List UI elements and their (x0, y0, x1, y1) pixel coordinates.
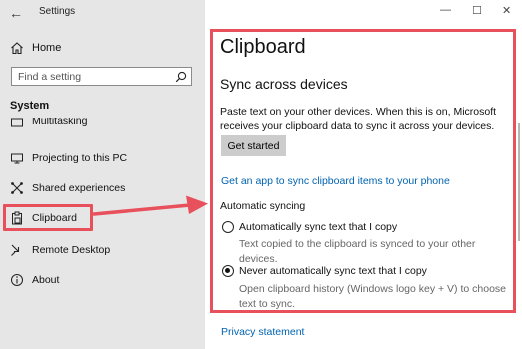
search-input[interactable] (12, 69, 175, 84)
maximize-button[interactable]: ☐ (472, 4, 482, 17)
annotation-arrow-icon (92, 195, 208, 216)
sidebar-item-projecting[interactable]: Projecting to this PC (10, 148, 200, 168)
auto-sync-radio[interactable] (222, 221, 234, 233)
automatic-syncing-label: Automatic syncing (220, 200, 306, 212)
shared-experiences-icon (11, 182, 23, 194)
sidebar-item-about[interactable]: About (10, 270, 200, 290)
sync-description: Paste text on your other devices. When t… (220, 106, 497, 132)
search-box[interactable] (11, 67, 192, 86)
get-started-button[interactable]: Get started (221, 135, 286, 156)
multitasking-icon (11, 118, 23, 127)
sidebar-item-label: Multitasking (32, 118, 88, 127)
sync-section-title: Sync across devices (220, 76, 348, 92)
never-sync-description: Open clipboard history (Windows logo key… (239, 283, 507, 310)
auto-sync-label[interactable]: Automatically sync text that I copy (239, 221, 397, 233)
remote-desktop-icon (11, 244, 20, 256)
info-icon (11, 274, 23, 286)
home-icon (11, 42, 23, 55)
app-title: Settings (39, 6, 76, 17)
projector-icon (11, 153, 23, 164)
never-sync-label[interactable]: Never automatically sync text that I cop… (239, 265, 427, 277)
title-bar: ← Settings (0, 0, 205, 26)
scrollbar[interactable] (518, 123, 520, 241)
auto-sync-description: Text copied to the clipboard is synced t… (239, 238, 476, 265)
sidebar-item-remote-desktop[interactable]: Remote Desktop (10, 240, 200, 260)
nav-home[interactable]: Home (10, 38, 200, 58)
sidebar-item-label: Projecting to this PC (32, 152, 128, 164)
minimize-button[interactable]: — (440, 4, 451, 16)
sidebar-item-label: Shared experiences (32, 182, 126, 194)
sidebar-item-multitasking[interactable]: Multitasking (10, 118, 200, 132)
sidebar-item-label: Remote Desktop (32, 244, 111, 256)
sidebar-item-label: About (32, 274, 60, 286)
never-sync-radio[interactable] (222, 265, 234, 277)
back-arrow-icon[interactable]: ← (9, 5, 23, 21)
sync-app-link[interactable]: Get an app to sync clipboard items to yo… (221, 175, 450, 187)
close-button[interactable]: ✕ (502, 4, 511, 17)
clipboard-highlight-box (3, 204, 93, 231)
section-title: System (10, 100, 50, 112)
search-icon[interactable] (175, 71, 187, 83)
privacy-statement-link[interactable]: Privacy statement (221, 326, 304, 338)
nav-home-label: Home (32, 42, 62, 54)
page-title: Clipboard (220, 36, 306, 58)
